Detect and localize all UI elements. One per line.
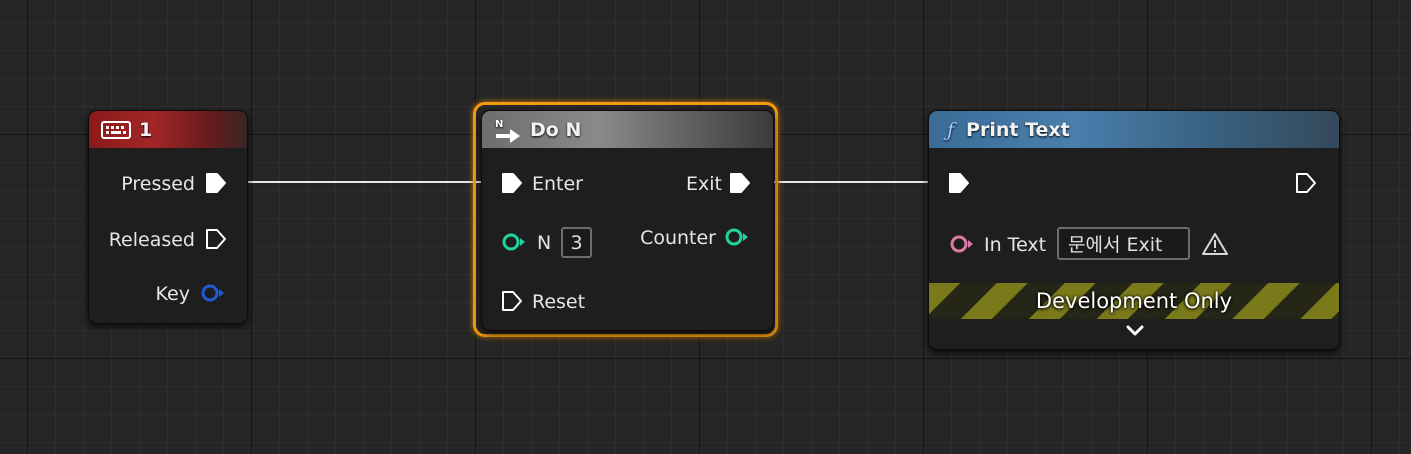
reset-exec-pin[interactable] — [501, 290, 523, 312]
reset-pin-label: Reset — [532, 291, 586, 313]
do-n-node-title: Do N — [530, 118, 582, 141]
print-text-node-header[interactable]: ƒ Print Text — [929, 111, 1339, 148]
function-icon: ƒ — [947, 118, 955, 141]
chevron-down-icon[interactable] — [1125, 325, 1145, 337]
key-node-title: 1 — [139, 118, 153, 141]
n-pin-label: N — [537, 232, 552, 254]
svg-text:N: N — [495, 119, 503, 130]
pressed-exec-pin[interactable] — [205, 172, 227, 194]
n-value-input[interactable]: 3 — [561, 227, 592, 258]
keyboard-icon — [101, 120, 131, 139]
enter-exec-pin[interactable] — [501, 172, 523, 194]
print-exec-out-pin[interactable] — [1295, 172, 1317, 194]
do-n-node-header[interactable]: N Do N — [482, 111, 773, 148]
key-node-header[interactable]: 1 — [89, 111, 247, 148]
print-exec-in-pin[interactable] — [948, 172, 970, 194]
released-exec-pin[interactable] — [205, 228, 227, 250]
do-n-icon: N — [495, 119, 520, 143]
pressed-pin-label: Pressed — [121, 173, 195, 195]
enter-pin-label: Enter — [532, 173, 583, 195]
counter-pin-label: Counter — [640, 227, 716, 249]
exit-pin-label: Exit — [686, 173, 722, 195]
do-n-node[interactable]: N Do N Enter Exit N 3 Counter Reset — [481, 110, 774, 331]
key-event-node[interactable]: 1 Pressed Released Key — [88, 110, 248, 324]
warning-icon — [1202, 233, 1228, 255]
counter-int-pin[interactable] — [723, 227, 749, 247]
released-pin-label: Released — [108, 229, 195, 251]
development-only-label: Development Only — [1035, 289, 1233, 313]
in-text-value-input[interactable]: 문에서 Exit — [1057, 227, 1190, 260]
key-struct-pin[interactable] — [199, 283, 225, 303]
n-int-pin[interactable] — [500, 232, 526, 252]
print-text-node-title: Print Text — [966, 118, 1070, 141]
exit-exec-pin[interactable] — [729, 172, 751, 194]
print-text-node[interactable]: ƒ Print Text In Text 문에서 Exit Developmen… — [928, 110, 1340, 350]
in-text-pin-label: In Text — [984, 234, 1047, 256]
key-pin-label: Key — [155, 283, 190, 305]
in-text-pin[interactable] — [948, 234, 974, 254]
